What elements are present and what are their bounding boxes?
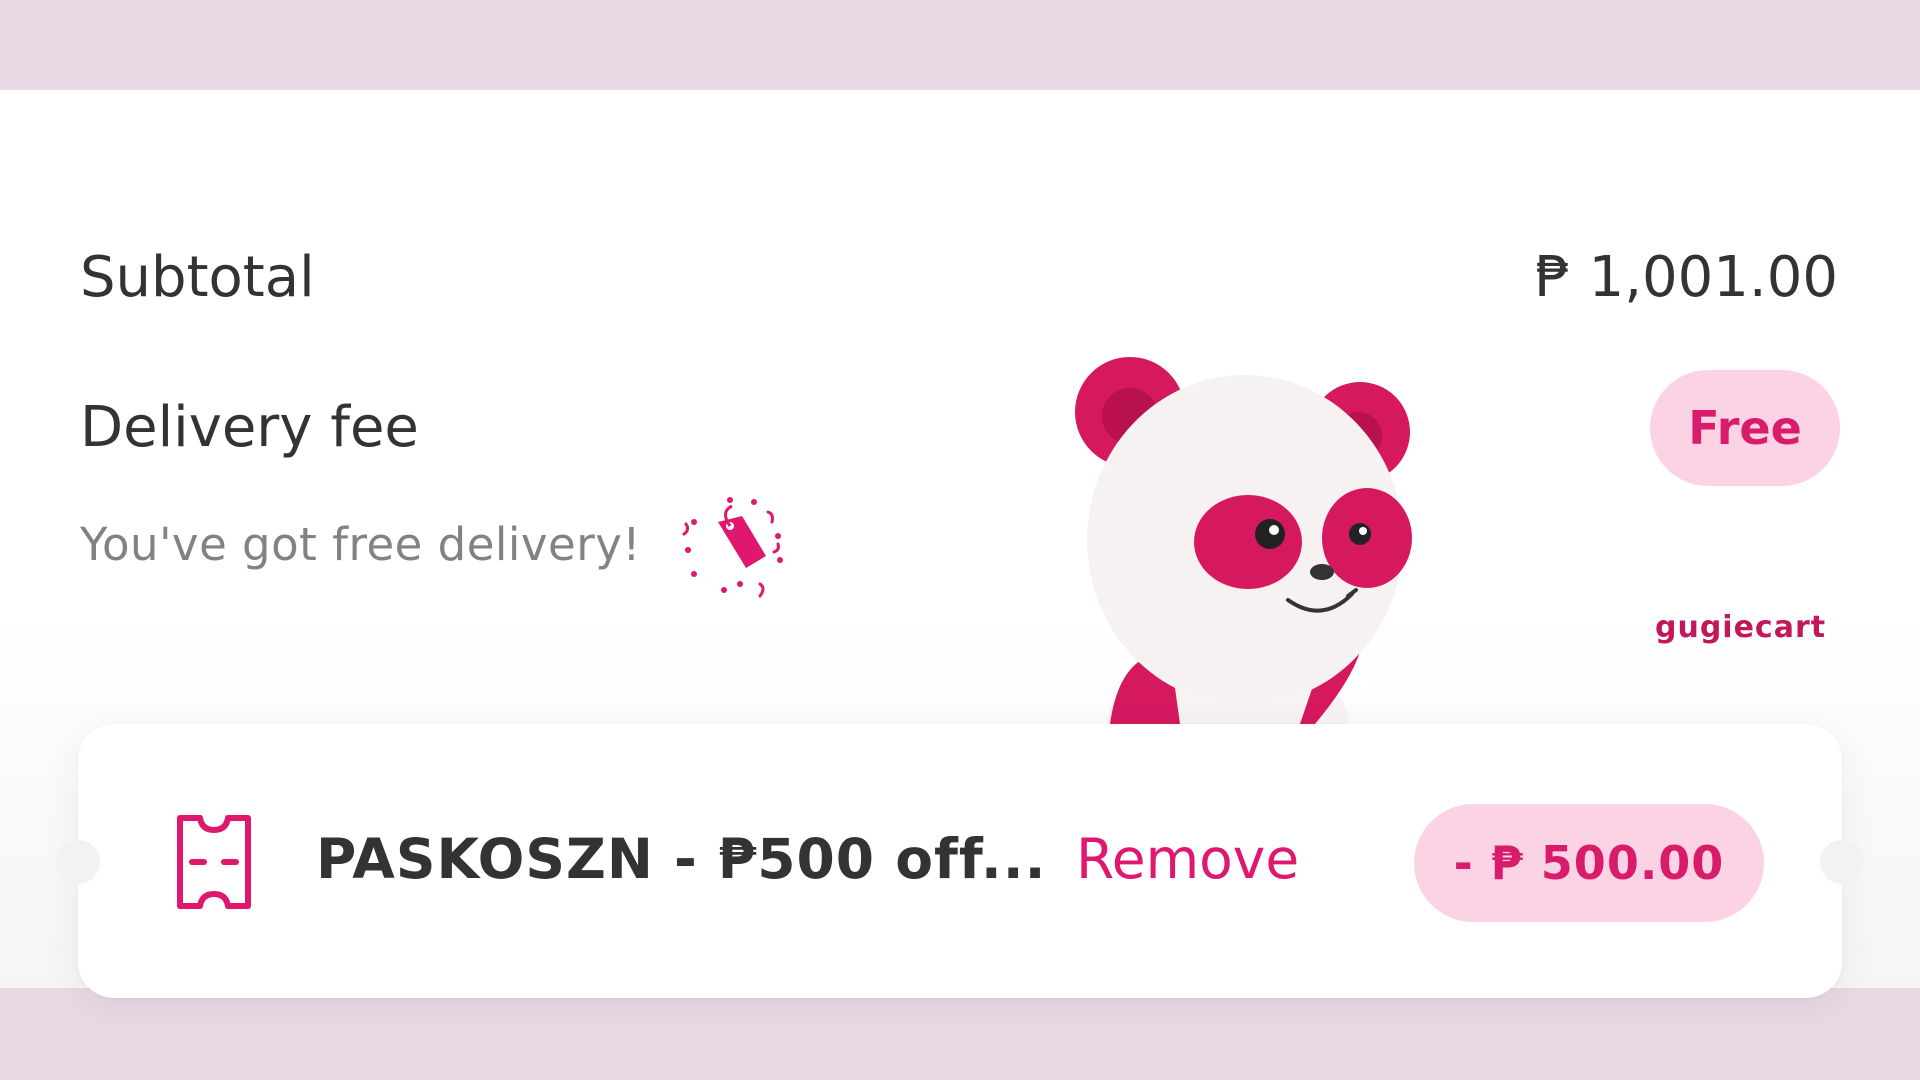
ticket-notch-left: [56, 840, 100, 884]
subtotal-label: Subtotal: [80, 245, 315, 310]
panda-mascot: [1060, 352, 1430, 724]
subtotal-value: ₱ 1,001.00: [1535, 245, 1838, 310]
voucher-card: PASKOSZN - ₱500 off... Remove - ₱ 500.00: [56, 724, 1864, 998]
delivery-fee-label: Delivery fee: [80, 395, 419, 460]
ticket-notch-right: [1820, 840, 1864, 884]
order-summary-card: Subtotal ₱ 1,001.00 Delivery fee Free Yo…: [0, 90, 1920, 998]
watermark-text: gugiecart: [1655, 610, 1827, 645]
delivery-fee-free-badge: Free: [1650, 370, 1840, 486]
voucher-discount-badge: - ₱ 500.00: [1414, 804, 1764, 922]
celebration-tag-icon: [680, 494, 788, 598]
free-delivery-message: You've got free delivery!: [80, 518, 641, 571]
voucher-code-text: PASKOSZN - ₱500 off...: [316, 827, 1047, 891]
voucher-ticket-icon: [174, 812, 254, 912]
remove-voucher-button[interactable]: Remove: [1076, 832, 1299, 887]
